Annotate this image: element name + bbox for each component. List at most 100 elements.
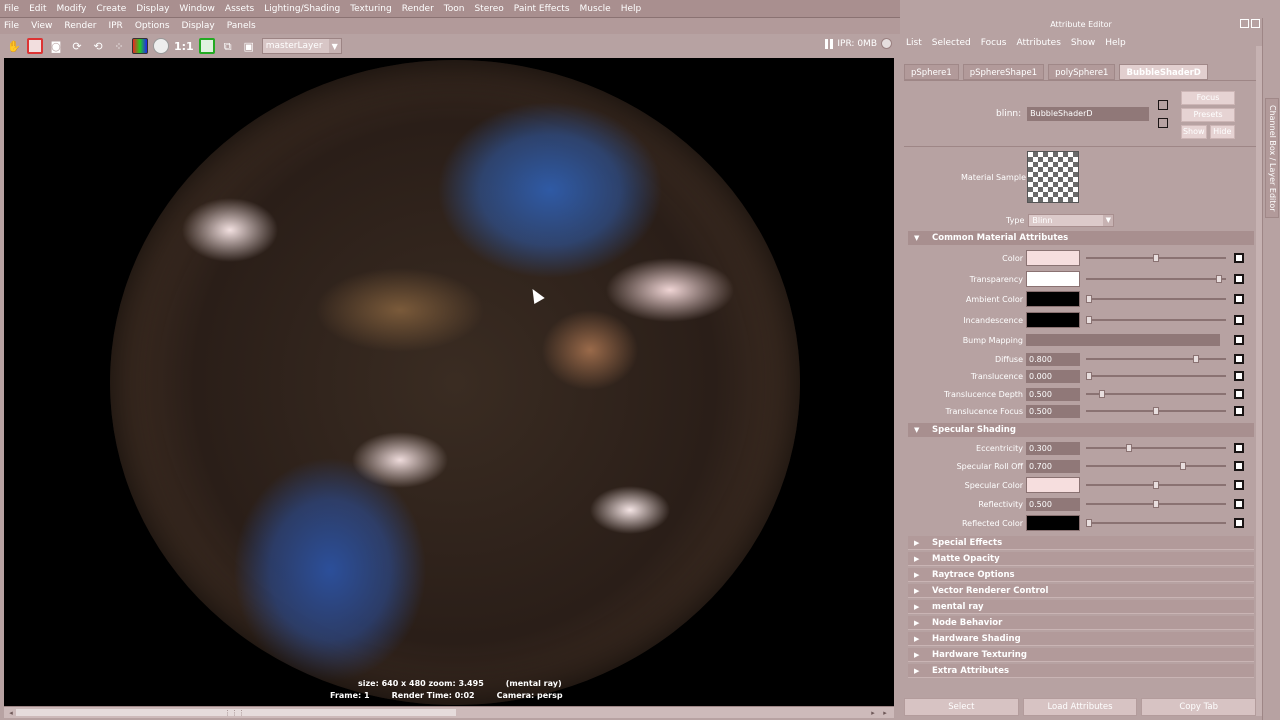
- section-special-effects[interactable]: ▶ Special Effects: [908, 536, 1254, 550]
- menu-lighting-shading[interactable]: Lighting/Shading: [264, 4, 340, 14]
- render-region-icon[interactable]: [27, 38, 43, 54]
- map-button-icon[interactable]: [1234, 461, 1244, 471]
- section-hardware-shading[interactable]: ▶ Hardware Shading: [908, 632, 1254, 646]
- map-button-icon[interactable]: [1234, 371, 1244, 381]
- section-specular-shading[interactable]: ▼ Specular Shading: [908, 423, 1254, 437]
- output-connections-icon[interactable]: [1158, 118, 1168, 128]
- section-matte-opacity[interactable]: ▶ Matte Opacity: [908, 552, 1254, 566]
- slider-knob[interactable]: [1126, 444, 1132, 452]
- reflectivity-slider[interactable]: [1086, 500, 1226, 508]
- render-viewport[interactable]: size: 640 x 480 zoom: 3.495 (mental ray)…: [4, 58, 894, 706]
- node-name-field[interactable]: BubbleShaderD: [1027, 107, 1150, 121]
- menu-window[interactable]: Window: [179, 4, 215, 14]
- transparency-swatch[interactable]: [1026, 271, 1080, 287]
- rv-menu-ipr[interactable]: IPR: [108, 21, 122, 31]
- incandescence-slider[interactable]: [1086, 316, 1226, 324]
- ambient-swatch[interactable]: [1026, 291, 1080, 307]
- map-button-icon[interactable]: [1234, 406, 1244, 416]
- select-button[interactable]: Select: [904, 698, 1019, 716]
- redo-render-icon[interactable]: ✋: [6, 38, 22, 54]
- menu-display[interactable]: Display: [136, 4, 169, 14]
- specular-rolloff-field[interactable]: 0.700: [1026, 459, 1080, 473]
- slider-knob[interactable]: [1086, 295, 1092, 303]
- ambient-slider[interactable]: [1086, 295, 1226, 303]
- map-button-icon[interactable]: [1234, 443, 1244, 453]
- slider-knob[interactable]: [1099, 390, 1105, 398]
- map-button-icon[interactable]: [1234, 294, 1244, 304]
- section-common-material[interactable]: ▼ Common Material Attributes: [908, 231, 1254, 245]
- slider-knob[interactable]: [1153, 481, 1159, 489]
- transparency-slider[interactable]: [1086, 275, 1226, 283]
- scroll-right-icon[interactable]: ▸: [868, 708, 878, 718]
- tab-psphereshape1[interactable]: pSphereShape1: [962, 64, 1045, 80]
- translucence-focus-field[interactable]: 0.500: [1026, 404, 1080, 418]
- map-button-icon[interactable]: [1234, 253, 1244, 263]
- specular-rolloff-slider[interactable]: [1086, 462, 1226, 470]
- eccentricity-field[interactable]: 0.300: [1026, 441, 1080, 455]
- ae-menu-show[interactable]: Show: [1071, 38, 1095, 48]
- menu-muscle[interactable]: Muscle: [580, 4, 611, 14]
- eccentricity-slider[interactable]: [1086, 444, 1226, 452]
- menu-paint-effects[interactable]: Paint Effects: [514, 4, 570, 14]
- slider-knob[interactable]: [1086, 519, 1092, 527]
- menu-texturing[interactable]: Texturing: [350, 4, 392, 14]
- ipr-render-icon[interactable]: ⟲: [90, 38, 106, 54]
- ae-menu-focus[interactable]: Focus: [981, 38, 1007, 48]
- slider-knob[interactable]: [1086, 372, 1092, 380]
- rv-menu-options[interactable]: Options: [135, 21, 170, 31]
- slider-knob[interactable]: [1180, 462, 1186, 470]
- menu-modify[interactable]: Modify: [57, 4, 87, 14]
- menu-file[interactable]: File: [4, 4, 19, 14]
- rv-menu-view[interactable]: View: [31, 21, 52, 31]
- tab-psphere1[interactable]: pSphere1: [904, 64, 959, 80]
- translucence-depth-slider[interactable]: [1086, 390, 1226, 398]
- slider-knob[interactable]: [1086, 316, 1092, 324]
- map-button-icon[interactable]: [1234, 354, 1244, 364]
- translucence-focus-slider[interactable]: [1086, 407, 1226, 415]
- rv-menu-display[interactable]: Display: [182, 21, 215, 31]
- menu-create[interactable]: Create: [96, 4, 126, 14]
- copy-tab-button[interactable]: Copy Tab: [1141, 698, 1257, 716]
- map-button-icon[interactable]: [1234, 480, 1244, 490]
- menu-render[interactable]: Render: [402, 4, 434, 14]
- diffuse-slider[interactable]: [1086, 355, 1226, 363]
- slider-knob[interactable]: [1216, 275, 1222, 283]
- ae-menu-selected[interactable]: Selected: [932, 38, 971, 48]
- map-button-icon[interactable]: [1234, 315, 1244, 325]
- ae-menu-attributes[interactable]: Attributes: [1016, 38, 1060, 48]
- ae-menu-list[interactable]: List: [906, 38, 922, 48]
- display-layer-icon[interactable]: ▣: [241, 38, 257, 54]
- ipr-indicator-icon[interactable]: [881, 38, 892, 49]
- slider-knob[interactable]: [1153, 407, 1159, 415]
- focus-button[interactable]: Focus: [1181, 91, 1235, 105]
- scroll-end-icon[interactable]: ▸: [880, 708, 890, 718]
- slider-knob[interactable]: [1153, 500, 1159, 508]
- section-mental-ray[interactable]: ▶ mental ray: [908, 600, 1254, 614]
- float-icon[interactable]: [1240, 19, 1249, 28]
- remove-image-icon[interactable]: ⧉: [220, 38, 236, 54]
- tab-polysphere1[interactable]: polySphere1: [1048, 64, 1116, 80]
- load-attributes-button[interactable]: Load Attributes: [1022, 698, 1138, 716]
- map-button-icon[interactable]: [1234, 389, 1244, 399]
- reflected-color-slider[interactable]: [1086, 519, 1226, 527]
- presets-button[interactable]: Presets: [1181, 108, 1235, 122]
- section-raytrace-options[interactable]: ▶ Raytrace Options: [908, 568, 1254, 582]
- section-node-behavior[interactable]: ▶ Node Behavior: [908, 616, 1254, 630]
- menu-help[interactable]: Help: [621, 4, 642, 14]
- tab-bubbleshaderd[interactable]: BubbleShaderD: [1119, 64, 1208, 80]
- alpha-channel-icon[interactable]: [153, 38, 169, 54]
- bump-field[interactable]: [1026, 334, 1220, 346]
- channel-box-tab[interactable]: Channel Box / Layer Editor: [1265, 98, 1279, 218]
- snapshot-icon[interactable]: ◙: [48, 38, 64, 54]
- incandescence-swatch[interactable]: [1026, 312, 1080, 328]
- rgb-channels-icon[interactable]: [132, 38, 148, 54]
- menu-assets[interactable]: Assets: [225, 4, 254, 14]
- refresh-icon[interactable]: ⟳: [69, 38, 85, 54]
- map-button-icon[interactable]: [1234, 499, 1244, 509]
- show-button[interactable]: Show: [1181, 125, 1207, 139]
- menu-stereo[interactable]: Stereo: [474, 4, 503, 14]
- scroll-left-icon[interactable]: ◂: [6, 708, 16, 718]
- real-size-button[interactable]: 1:1: [174, 40, 194, 53]
- reflected-color-swatch[interactable]: [1026, 515, 1080, 531]
- menu-toon[interactable]: Toon: [444, 4, 465, 14]
